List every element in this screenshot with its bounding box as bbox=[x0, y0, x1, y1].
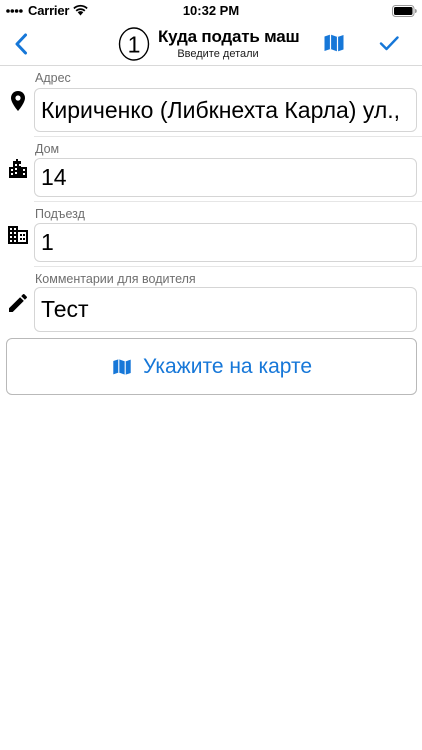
status-time: 10:32 PM bbox=[182, 3, 240, 18]
city-buildings-icon bbox=[9, 159, 27, 178]
house-row: Дом bbox=[0, 137, 422, 202]
checkmark-icon bbox=[379, 36, 399, 51]
comment-row: Комментарии для водителя bbox=[0, 267, 422, 335]
entrance-label: Подъезд bbox=[35, 207, 85, 221]
pencil-icon bbox=[9, 294, 27, 312]
house-label: Дом bbox=[35, 142, 60, 156]
navigation-bar: 1 Куда подать маш Введите детали bbox=[0, 22, 422, 66]
map-nav-button[interactable] bbox=[322, 31, 346, 55]
status-bar: Carrier 10:32 PM bbox=[0, 0, 422, 22]
battery-icon bbox=[392, 5, 417, 17]
back-button[interactable] bbox=[8, 30, 34, 58]
point-on-map-button[interactable]: Укажите на карте bbox=[6, 338, 417, 395]
chevron-left-icon bbox=[15, 33, 27, 55]
location-pin-icon bbox=[11, 91, 25, 111]
address-input[interactable] bbox=[34, 88, 417, 132]
map-icon bbox=[113, 358, 131, 375]
nav-subtitle: Введите детали bbox=[177, 48, 259, 60]
nav-title-block: Куда подать маш Введите детали bbox=[158, 26, 308, 62]
step-number: 1 bbox=[128, 32, 141, 58]
address-label: Адрес bbox=[35, 71, 71, 85]
confirm-button[interactable] bbox=[377, 31, 401, 55]
address-row: Адрес bbox=[0, 66, 422, 137]
entrance-input[interactable] bbox=[34, 223, 417, 262]
entrance-row: Подъезд bbox=[0, 202, 422, 267]
building-icon bbox=[8, 226, 28, 244]
map-icon bbox=[324, 34, 344, 52]
house-input[interactable] bbox=[34, 158, 417, 197]
comment-label: Комментарии для водителя bbox=[35, 272, 196, 286]
nav-title: Куда подать маш bbox=[158, 27, 300, 46]
comment-input[interactable] bbox=[34, 287, 417, 332]
step-number-badge: 1 bbox=[118, 27, 150, 61]
point-on-map-label: Укажите на карте bbox=[142, 354, 313, 378]
